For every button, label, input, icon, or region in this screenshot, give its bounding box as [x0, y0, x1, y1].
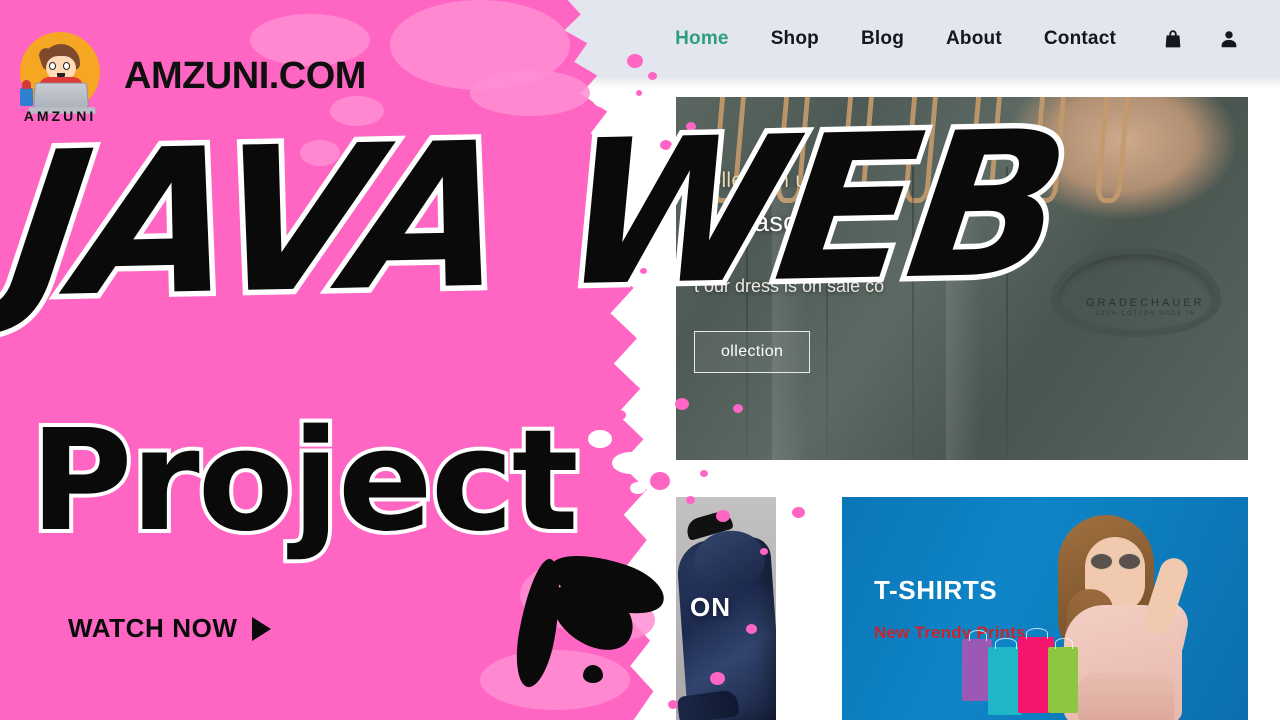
shopping-bag-graphic — [1048, 638, 1078, 713]
nav-link-shop[interactable]: Shop — [771, 28, 819, 50]
shopping-bag-icon[interactable] — [1162, 28, 1184, 50]
laptop-icon — [32, 82, 90, 109]
nav-link-home[interactable]: Home — [675, 28, 729, 50]
hero-cta-button[interactable]: ollection — [694, 331, 811, 373]
logo-wordmark: AMZUNI — [23, 108, 97, 124]
play-triangle-icon — [251, 616, 271, 641]
shirt-brand-sublabel: 100% COTTON MADE IN — [1096, 311, 1196, 317]
hero-heading: nt season — [694, 207, 814, 237]
fashion-card-label: ON — [690, 592, 731, 622]
boy-with-laptop-logo-icon: AMZUNI — [12, 28, 108, 124]
model-skirt — [1078, 673, 1174, 720]
hero-copy: Collection up nt season t our dress is o… — [694, 169, 1024, 373]
hanger-icon — [1030, 97, 1068, 203]
shirt-brand-label: GRADECHAUER — [1086, 297, 1205, 309]
hero-banner: GRADECHAUER 100% COTTON MADE IN Collecti… — [676, 97, 1248, 460]
fashion-card[interactable]: ON — [676, 497, 776, 720]
logo-eye — [49, 62, 56, 70]
nav-link-blog[interactable]: Blog — [861, 28, 904, 50]
navbar-icons — [1162, 28, 1240, 50]
navbar-links: Home Shop Blog About Contact — [675, 28, 1116, 50]
shirt-collar — [1051, 247, 1221, 337]
brand-name: AMZUNI.COM — [124, 54, 366, 97]
pencil-cup-icon — [20, 80, 33, 106]
hanger-icon — [1094, 97, 1132, 203]
tshirts-card[interactable]: T-SHIRTS New Trendy Prints — [842, 497, 1248, 720]
sunglasses-icon — [1090, 553, 1144, 570]
brand-lockup[interactable]: AMZUNI AMZUNI.COM — [12, 28, 366, 124]
watch-now-label: WATCH NOW — [68, 613, 238, 643]
logo-eye — [63, 62, 70, 70]
nav-link-about[interactable]: About — [946, 28, 1002, 50]
hero-subheading: t our dress is on sale co — [694, 276, 885, 296]
watch-now-button[interactable]: WATCH NOW — [68, 613, 271, 644]
tshirts-card-title: T-SHIRTS — [874, 575, 998, 605]
shopping-bag-graphic — [988, 638, 1022, 715]
nav-link-contact[interactable]: Contact — [1044, 28, 1116, 50]
user-account-icon[interactable] — [1218, 28, 1240, 50]
hero-eyebrow: Collection up — [694, 169, 820, 192]
